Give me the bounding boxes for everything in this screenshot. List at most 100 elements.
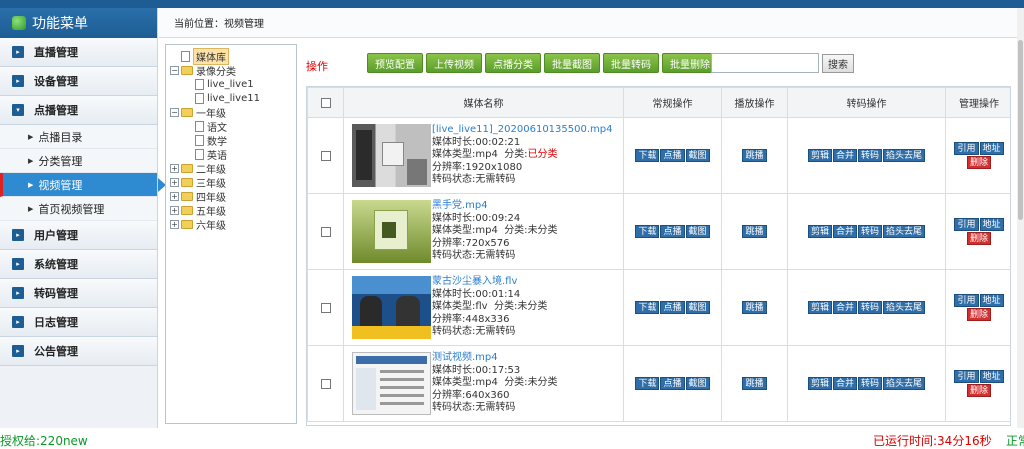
expand-toggle-icon[interactable]: + [170,163,179,173]
vod-category-button[interactable]: 点播分类 [485,53,541,73]
vod-button[interactable]: 点播 [660,149,685,162]
collapse-toggle-icon[interactable]: − [170,107,179,117]
video-thumbnail[interactable] [352,124,431,187]
transcode-button[interactable]: 转码 [858,149,883,162]
expand-toggle-icon[interactable]: + [170,219,179,229]
merge-button[interactable]: 合并 [832,225,857,238]
sidebar-item-home-video-management[interactable]: ▶ 首页视频管理 [0,197,157,221]
delete-button[interactable]: 删除 [966,384,991,397]
upload-video-button[interactable]: 上传视频 [426,53,482,73]
delete-button[interactable]: 删除 [966,232,991,245]
screenshot-button[interactable]: 截图 [685,149,710,162]
cite-button[interactable]: 引用 [954,294,979,307]
search-input[interactable] [711,53,819,73]
address-button[interactable]: 地址 [979,370,1004,383]
select-all-checkbox[interactable] [320,97,331,108]
cite-button[interactable]: 引用 [954,370,979,383]
menu-group-system[interactable]: ▸ 系统管理 [0,250,157,279]
merge-button[interactable]: 合并 [832,301,857,314]
tree-node-grade6[interactable]: + 六年级 [170,217,292,232]
tree-node-media-library[interactable]: 媒体库 [170,47,292,65]
collapse-toggle-icon[interactable]: − [170,65,179,75]
video-thumbnail[interactable] [352,200,431,263]
video-thumbnail[interactable] [352,276,431,339]
jump-play-button[interactable]: 跳播 [742,377,767,390]
menu-group-notice[interactable]: ▸ 公告管理 [0,337,157,366]
address-button[interactable]: 地址 [979,294,1004,307]
tree-node-grade1[interactable]: − 一年级 [170,105,292,120]
tree-node-live1[interactable]: live_live1 [170,77,292,91]
tree-node-chinese[interactable]: 语文 [170,119,292,134]
screenshot-button[interactable]: 截图 [685,301,710,314]
address-button[interactable]: 地址 [979,218,1004,231]
download-button[interactable]: 下载 [635,301,660,314]
media-title-link[interactable]: 测试视频.mp4 [432,352,558,365]
row-checkbox[interactable] [320,302,331,313]
cut-button[interactable]: 剪辑 [807,377,832,390]
menu-group-live[interactable]: ▸ 直播管理 [0,38,157,67]
menu-group-device[interactable]: ▸ 设备管理 [0,67,157,96]
media-category: 未分类 [527,377,558,389]
vod-button[interactable]: 点播 [660,301,685,314]
cut-button[interactable]: 剪辑 [807,149,832,162]
menu-group-log[interactable]: ▸ 日志管理 [0,308,157,337]
tree-node-grade4[interactable]: + 四年级 [170,189,292,204]
vod-button[interactable]: 点播 [660,225,685,238]
trim-button[interactable]: 掐头去尾 [883,377,926,390]
menu-group-transcode[interactable]: ▸ 转码管理 [0,279,157,308]
row-checkbox[interactable] [320,150,331,161]
row-checkbox[interactable] [320,378,331,389]
sidebar-item-video-management[interactable]: ▶ 视频管理 [0,173,166,197]
expand-toggle-icon[interactable]: + [170,205,179,215]
sidebar-item-vod-catalog[interactable]: ▶ 点播目录 [0,125,157,149]
tree-node-recording[interactable]: − 录像分类 [170,63,292,78]
media-title-link[interactable]: 蒙古沙尘暴入境.flv [432,276,547,289]
tree-node-grade3[interactable]: + 三年级 [170,175,292,190]
batch-delete-button[interactable]: 批量删除 [662,53,718,73]
menu-group-label: 系统管理 [34,258,78,271]
delete-button[interactable]: 删除 [966,156,991,169]
cut-button[interactable]: 剪辑 [807,225,832,238]
trim-button[interactable]: 掐头去尾 [883,225,926,238]
download-button[interactable]: 下载 [635,377,660,390]
delete-button[interactable]: 删除 [966,308,991,321]
trim-button[interactable]: 掐头去尾 [883,301,926,314]
batch-transcode-button[interactable]: 批量转码 [603,53,659,73]
tree-node-grade5[interactable]: + 五年级 [170,203,292,218]
jump-play-button[interactable]: 跳播 [742,149,767,162]
transcode-button[interactable]: 转码 [858,225,883,238]
cut-button[interactable]: 剪辑 [807,301,832,314]
screenshot-button[interactable]: 截图 [685,377,710,390]
preview-config-button[interactable]: 预览配置 [367,53,423,73]
row-checkbox[interactable] [320,226,331,237]
sidebar-item-category-management[interactable]: ▶ 分类管理 [0,149,157,173]
download-button[interactable]: 下载 [635,149,660,162]
menu-group-vod[interactable]: ▾ 点播管理 [0,96,157,125]
tree-node-english[interactable]: 英语 [170,147,292,162]
tree-node-live11[interactable]: live_live11 [170,91,292,105]
search-button[interactable]: 搜索 [822,54,854,73]
media-title-link[interactable]: 黑手党.mp4 [432,200,558,213]
merge-button[interactable]: 合并 [832,149,857,162]
tree-node-math[interactable]: 数学 [170,133,292,148]
media-title-link[interactable]: [live_live11]_20200610135500.mp4 [432,124,612,137]
screenshot-button[interactable]: 截图 [685,225,710,238]
trim-button[interactable]: 掐头去尾 [883,149,926,162]
video-thumbnail[interactable] [352,352,431,415]
download-button[interactable]: 下载 [635,225,660,238]
transcode-button[interactable]: 转码 [858,301,883,314]
cite-button[interactable]: 引用 [954,142,979,155]
cite-button[interactable]: 引用 [954,218,979,231]
batch-screenshot-button[interactable]: 批量截图 [544,53,600,73]
vod-button[interactable]: 点播 [660,377,685,390]
jump-play-button[interactable]: 跳播 [742,301,767,314]
scrollbar-thumb[interactable] [1018,40,1023,220]
merge-button[interactable]: 合并 [832,377,857,390]
menu-group-user[interactable]: ▸ 用户管理 [0,221,157,250]
expand-toggle-icon[interactable]: + [170,191,179,201]
expand-toggle-icon[interactable]: + [170,177,179,187]
transcode-button[interactable]: 转码 [858,377,883,390]
address-button[interactable]: 地址 [979,142,1004,155]
tree-node-grade2[interactable]: + 二年级 [170,161,292,176]
jump-play-button[interactable]: 跳播 [742,225,767,238]
